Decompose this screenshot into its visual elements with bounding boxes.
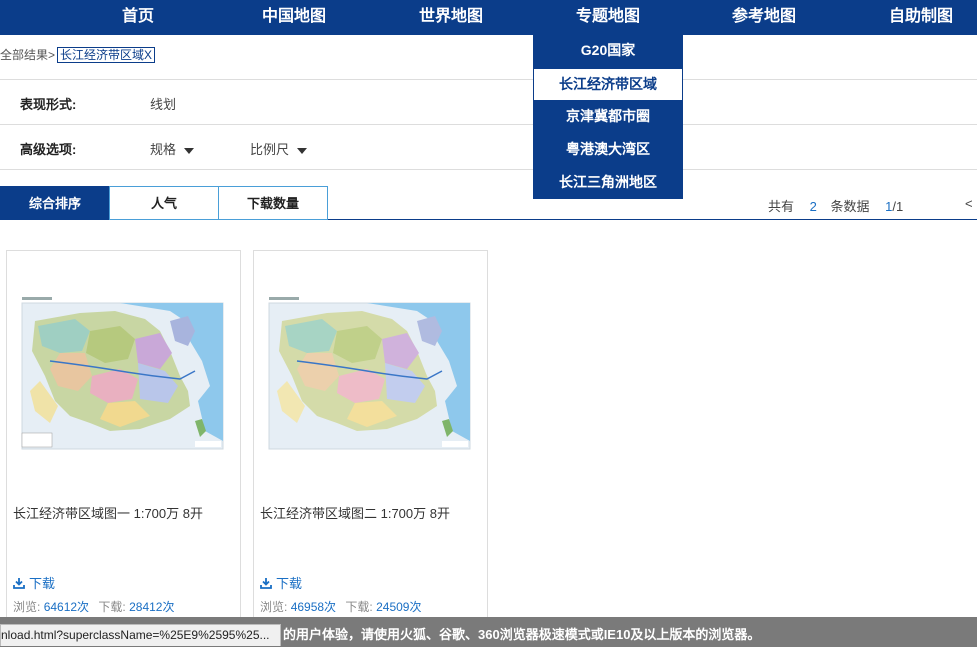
pager-pages: /1 — [892, 199, 904, 214]
download-link[interactable]: 下载 — [13, 573, 55, 592]
views-label: 浏览: — [13, 600, 41, 614]
card-stats: 浏览: 64612次 下载: 28412次 — [13, 598, 180, 615]
dropdown-item-jingjinji[interactable]: 京津冀都市圈 — [533, 101, 683, 134]
divider — [0, 124, 977, 125]
spec-dropdown-label: 规格 — [150, 142, 177, 157]
nav-china-map[interactable]: 中国地图 — [262, 0, 326, 35]
spec-dropdown[interactable]: 规格 — [150, 139, 195, 158]
filter-tag-remove[interactable]: 长江经济带区域X — [57, 47, 156, 63]
pager-total: 2 — [809, 199, 817, 214]
map-thumbnail[interactable] — [20, 291, 225, 451]
pager-prev-button[interactable]: < — [965, 196, 973, 211]
nav-custom-map[interactable]: 自助制图 — [889, 0, 953, 35]
dropdown-item-yangtze-economic-belt[interactable]: 长江经济带区域 — [533, 68, 683, 101]
divider — [0, 79, 977, 80]
card-stats: 浏览: 46958次 下载: 24509次 — [260, 598, 427, 615]
breadcrumb-root[interactable]: 全部结果> — [0, 48, 55, 62]
pager: 共有 2 条数据 1/1 — [768, 196, 903, 215]
browser-notice-bar: nload.html?superclassName=%25E9%2595%25.… — [0, 617, 977, 647]
breadcrumb: 全部结果> 长江经济带区域X — [0, 46, 156, 63]
downloads-count: 24509次 — [376, 600, 422, 614]
sort-tab-downloads[interactable]: 下载数量 — [218, 186, 328, 220]
scale-dropdown[interactable]: 比例尺 — [250, 139, 308, 158]
caret-down-icon — [184, 147, 195, 154]
download-label: 下载 — [276, 576, 303, 591]
form-filter-label: 表现形式: — [20, 97, 77, 112]
nav-reference-map[interactable]: 参考地图 — [732, 0, 796, 35]
downloads-label: 下载: — [98, 600, 126, 614]
download-icon — [13, 578, 25, 589]
dropdown-item-greater-bay-area[interactable]: 粤港澳大湾区 — [533, 134, 683, 167]
result-card[interactable]: 长江经济带区域图二 1:700万 8开 下载 浏览: 46958次 下载: 24… — [253, 250, 488, 630]
dropdown-item-g20[interactable]: G20国家 — [533, 35, 683, 68]
pager-suffix: 条数据 — [830, 199, 870, 214]
top-navigation: 首页 中国地图 世界地图 专题地图 参考地图 自助制图 — [0, 0, 977, 35]
downloads-label: 下载: — [345, 600, 373, 614]
advanced-options-label: 高级选项: — [20, 142, 77, 157]
downloads-count: 28412次 — [129, 600, 175, 614]
download-label: 下载 — [29, 576, 56, 591]
views-count: 46958次 — [290, 600, 337, 614]
views-count: 64612次 — [43, 600, 90, 614]
result-card[interactable]: 长江经济带区域图一 1:700万 8开 下载 浏览: 64612次 下载: 28… — [6, 250, 241, 630]
form-filter-option[interactable]: 线划 — [150, 94, 176, 113]
scale-dropdown-label: 比例尺 — [250, 142, 290, 157]
sort-tab-popularity[interactable]: 人气 — [109, 186, 219, 220]
pager-prefix: 共有 — [768, 199, 795, 214]
download-link[interactable]: 下载 — [260, 573, 302, 592]
dropdown-item-yangtze-delta[interactable]: 长江三角洲地区 — [533, 167, 683, 200]
nav-thematic-map[interactable]: 专题地图 — [576, 0, 640, 35]
nav-home[interactable]: 首页 — [122, 0, 154, 35]
nav-world-map[interactable]: 世界地图 — [419, 0, 483, 35]
thematic-map-dropdown: G20国家 长江经济带区域 京津冀都市圈 粤港澳大湾区 长江三角洲地区 — [533, 35, 683, 199]
sort-tab-overall[interactable]: 综合排序 — [0, 186, 110, 220]
download-icon — [260, 578, 272, 589]
divider — [0, 169, 977, 170]
card-title[interactable]: 长江经济带区域图一 1:700万 8开 — [13, 503, 203, 522]
map-thumbnail[interactable] — [267, 291, 472, 451]
views-label: 浏览: — [260, 600, 288, 614]
browser-notice-text: 的用户体验，请使用火狐、谷歌、360浏览器极速模式或IE10及以上版本的浏览器。 — [283, 627, 761, 642]
status-url: nload.html?superclassName=%25E9%2595%25.… — [0, 624, 281, 646]
caret-down-icon — [297, 147, 308, 154]
card-title[interactable]: 长江经济带区域图二 1:700万 8开 — [260, 503, 450, 522]
